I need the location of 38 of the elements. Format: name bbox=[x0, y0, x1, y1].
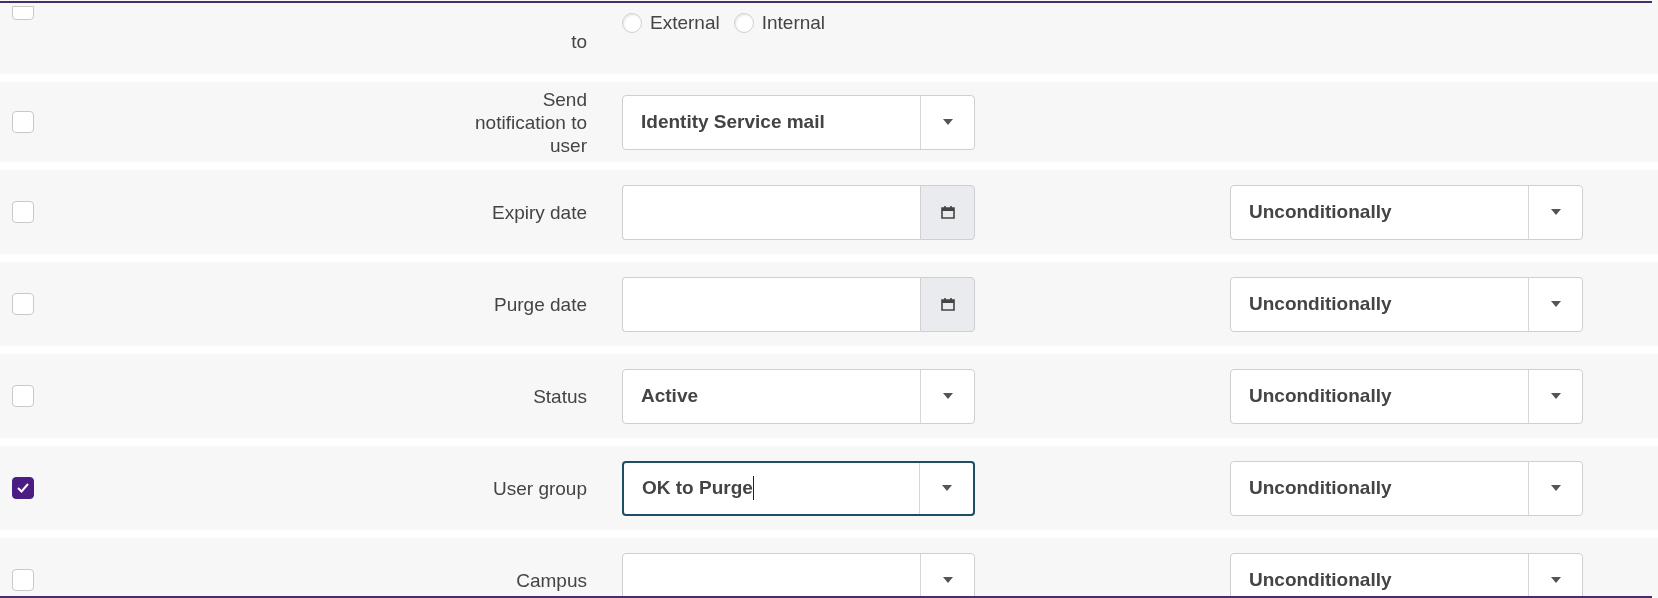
radio-button[interactable] bbox=[733, 13, 754, 33]
dropdown-select[interactable]: Unconditionally bbox=[1230, 460, 1583, 516]
dropdown-select[interactable]: OK to Purge bbox=[622, 460, 975, 516]
caret-icon bbox=[1550, 209, 1561, 215]
caret-icon bbox=[1550, 393, 1561, 399]
text-cursor bbox=[752, 476, 754, 500]
caret-icon bbox=[1550, 577, 1561, 583]
field-label: Expiry date bbox=[491, 200, 587, 224]
calendar-button[interactable] bbox=[920, 276, 975, 332]
radio-label: External bbox=[650, 12, 720, 34]
checkbox[interactable] bbox=[12, 477, 34, 499]
field-label: Campus bbox=[516, 568, 587, 592]
calendar-icon bbox=[940, 297, 955, 311]
dropdown-select[interactable]: Unconditionally bbox=[1230, 368, 1583, 424]
field-label: to bbox=[571, 30, 587, 53]
caret-icon bbox=[1550, 485, 1561, 491]
radio-label: Internal bbox=[761, 12, 826, 34]
caret-icon bbox=[942, 119, 953, 125]
dropdown-select[interactable]: Unconditionally bbox=[1230, 552, 1583, 598]
dropdown-select[interactable] bbox=[622, 552, 975, 598]
date-input-field[interactable] bbox=[622, 276, 920, 332]
field-label: Purge date bbox=[494, 292, 587, 316]
dropdown-select[interactable]: Unconditionally bbox=[1230, 184, 1583, 240]
dropdown-select[interactable]: Identity Service mail bbox=[622, 94, 975, 150]
calendar-button[interactable] bbox=[920, 184, 975, 240]
caret-icon bbox=[942, 393, 953, 399]
caret-icon bbox=[942, 577, 953, 583]
field-label: User group bbox=[493, 476, 587, 500]
dropdown-select[interactable]: Unconditionally bbox=[1230, 276, 1583, 332]
field-label: Status bbox=[533, 384, 587, 408]
caret-icon bbox=[1550, 301, 1561, 307]
date-input-field[interactable] bbox=[622, 184, 920, 240]
radio-button[interactable] bbox=[622, 13, 642, 33]
field-label: Send notification to user bbox=[474, 87, 587, 157]
check-icon bbox=[17, 483, 29, 493]
caret-icon bbox=[941, 485, 952, 491]
dropdown-select[interactable]: Active bbox=[622, 368, 975, 424]
calendar-icon bbox=[940, 205, 955, 219]
